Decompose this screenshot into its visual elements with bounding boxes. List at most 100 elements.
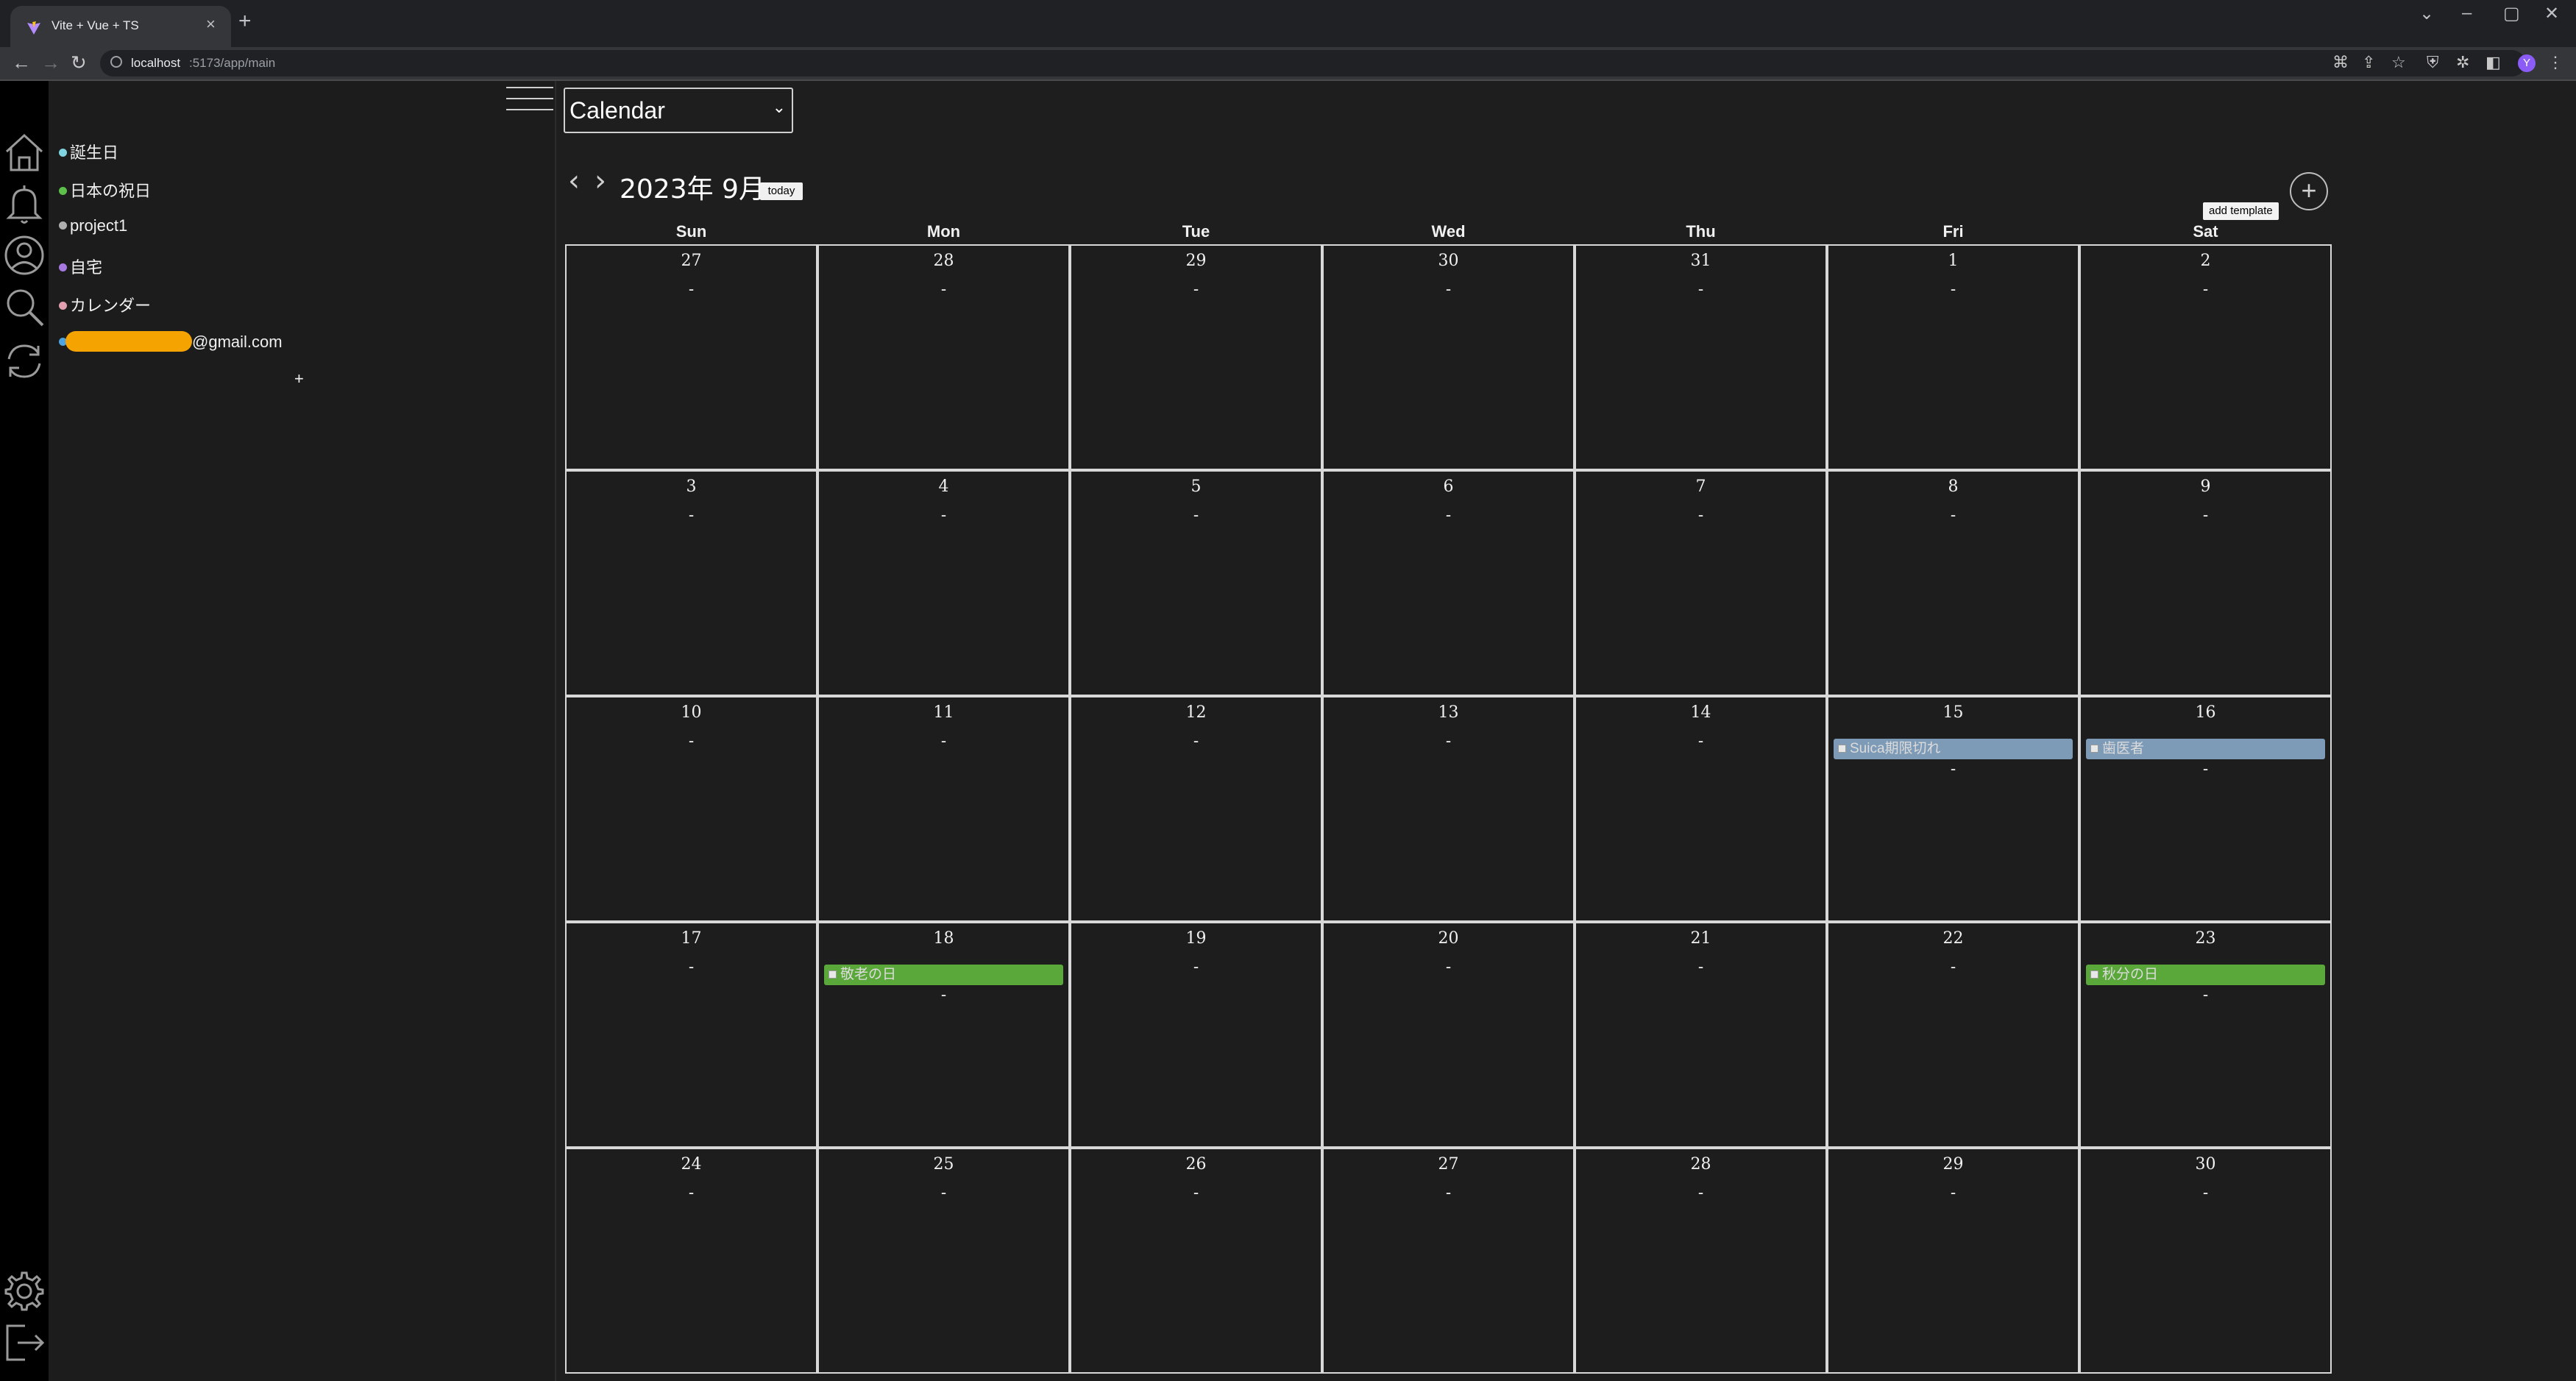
day-cell[interactable]: 15 Suica期限切れ - <box>1827 696 2079 922</box>
day-number: 2 <box>2200 252 2211 270</box>
day-cell[interactable]: 29 - <box>1827 1148 2079 1374</box>
day-cell[interactable]: 5- <box>1070 470 1322 696</box>
month-title: 2023年 9月 <box>620 174 765 205</box>
tab-search-icon[interactable]: ⌄ <box>2419 3 2434 24</box>
calendar-item[interactable]: @gmail.com <box>59 331 283 352</box>
empty-marker: - <box>688 1183 695 1201</box>
event-chip[interactable]: Suica期限切れ <box>1834 739 2073 759</box>
day-cell[interactable]: 27 - <box>1322 1148 1575 1374</box>
day-number: 15 <box>1942 703 1964 722</box>
sync-icon[interactable] <box>3 340 46 383</box>
close-tab-icon[interactable]: × <box>206 15 216 34</box>
next-month-icon[interactable]: › <box>595 166 606 196</box>
weekday-label: Tue <box>1182 222 1210 241</box>
day-cell[interactable]: 12 - <box>1070 696 1322 922</box>
day-cell[interactable]: 7- <box>1575 470 1827 696</box>
side-panel-icon[interactable]: ◧ <box>2485 53 2501 72</box>
calendar-item[interactable]: 誕生日 <box>59 140 118 163</box>
day-cell[interactable]: 10 - <box>565 696 817 922</box>
day-cell[interactable]: 8- <box>1827 470 2079 696</box>
tab-title: Vite + Vue + TS <box>52 18 139 32</box>
back-icon[interactable]: ← <box>12 52 31 74</box>
day-cell[interactable]: 3- <box>565 470 817 696</box>
event-chip[interactable]: 歯医者 <box>2086 739 2325 759</box>
day-cell[interactable]: 13 - <box>1322 696 1575 922</box>
reload-icon[interactable]: ↻ <box>71 52 87 74</box>
calendar-item[interactable]: project1 <box>59 216 127 235</box>
empty-marker: - <box>1950 759 1956 778</box>
menu-toggle-icon[interactable] <box>506 87 553 119</box>
maximize-icon[interactable]: ▢ <box>2503 3 2520 24</box>
bookmark-star-icon[interactable]: ☆ <box>2391 53 2406 72</box>
user-icon[interactable] <box>3 234 46 277</box>
add-template-button[interactable]: + <box>2290 172 2328 210</box>
event-chip[interactable]: 秋分の日 <box>2086 965 2325 985</box>
day-cell[interactable]: 4- <box>817 470 1070 696</box>
day-cell[interactable]: 27 - <box>565 244 817 470</box>
day-cell[interactable]: 21 - <box>1575 922 1827 1148</box>
forward-icon[interactable]: → <box>41 52 60 74</box>
empty-marker: - <box>1697 731 1704 750</box>
day-cell[interactable]: 18 敬老の日 - <box>817 922 1070 1148</box>
calendar-color-dot <box>59 263 67 271</box>
day-cell[interactable]: 1- <box>1827 244 2079 470</box>
prev-month-icon[interactable]: ‹ <box>568 166 580 196</box>
site-info-icon[interactable] <box>110 56 122 68</box>
share-icon[interactable]: ⇪ <box>2362 53 2375 72</box>
day-cell[interactable]: 11 - <box>817 696 1070 922</box>
calendar-item[interactable]: 自宅 <box>59 255 102 278</box>
today-button[interactable]: today <box>760 182 803 200</box>
search-icon[interactable] <box>3 285 46 328</box>
day-cell[interactable]: 29 - <box>1070 244 1322 470</box>
chevron-down-icon: ⌄ <box>772 98 786 116</box>
day-cell[interactable]: 16 歯医者 - <box>2079 696 2332 922</box>
day-cell[interactable]: 22 - <box>1827 922 2079 1148</box>
day-number: 23 <box>2195 929 2216 948</box>
calendar-item[interactable]: 日本の祝日 <box>59 178 151 202</box>
day-cell[interactable]: 28 - <box>1575 1148 1827 1374</box>
empty-marker: - <box>1950 505 1956 524</box>
translate-icon[interactable]: ⌘ <box>2332 53 2349 72</box>
day-cell[interactable]: 20 - <box>1322 922 1575 1148</box>
empty-marker: - <box>940 731 947 750</box>
extension-shield-icon[interactable]: ⛨ <box>2427 53 2439 72</box>
empty-marker: - <box>2202 985 2209 1004</box>
day-cell[interactable]: 17 - <box>565 922 817 1148</box>
day-cell[interactable]: 25 - <box>817 1148 1070 1374</box>
day-cell[interactable]: 26 - <box>1070 1148 1322 1374</box>
day-cell[interactable]: 9- <box>2079 470 2332 696</box>
day-cell[interactable]: 19 - <box>1070 922 1322 1148</box>
browser-tab[interactable]: Vite + Vue + TS × <box>10 6 231 47</box>
minimize-icon[interactable]: – <box>2462 3 2472 24</box>
event-chip[interactable]: 敬老の日 <box>824 965 1063 985</box>
day-cell[interactable]: 30 - <box>2079 1148 2332 1374</box>
add-calendar-button[interactable]: + <box>294 369 304 388</box>
day-cell[interactable]: 24 - <box>565 1148 817 1374</box>
bell-icon[interactable] <box>3 182 46 225</box>
vite-logo-icon <box>27 21 40 35</box>
day-cell[interactable]: 28 - <box>817 244 1070 470</box>
day-cell[interactable]: 6- <box>1322 470 1575 696</box>
logout-icon[interactable] <box>3 1321 46 1364</box>
day-number: 13 <box>1438 703 1459 722</box>
calendar-item-label: 自宅 <box>70 258 103 277</box>
home-icon[interactable] <box>3 131 46 174</box>
day-number: 24 <box>681 1155 702 1174</box>
day-cell[interactable]: 30 - <box>1322 244 1575 470</box>
day-cell[interactable]: 31 - <box>1575 244 1827 470</box>
profile-avatar[interactable]: Y <box>2518 54 2536 72</box>
new-tab-icon[interactable]: + <box>238 10 252 32</box>
day-cell[interactable]: 2- <box>2079 244 2332 470</box>
day-cell[interactable]: 14 - <box>1575 696 1827 922</box>
view-select[interactable]: Calendar ⌄ <box>564 88 793 133</box>
day-number: 30 <box>1438 252 1459 270</box>
extensions-puzzle-icon[interactable]: ✲ <box>2456 53 2469 72</box>
gear-icon[interactable] <box>3 1270 46 1313</box>
day-cell[interactable]: 23 秋分の日 - <box>2079 922 2332 1148</box>
address-bar[interactable]: localhost :5173/app/main <box>100 50 2525 77</box>
redacted-email-mark <box>65 331 192 352</box>
calendar-item[interactable]: カレンダー <box>59 293 151 316</box>
empty-marker: - <box>940 505 947 524</box>
close-window-icon[interactable]: ✕ <box>2544 3 2559 24</box>
more-menu-icon[interactable]: ⋮ <box>2547 53 2563 72</box>
